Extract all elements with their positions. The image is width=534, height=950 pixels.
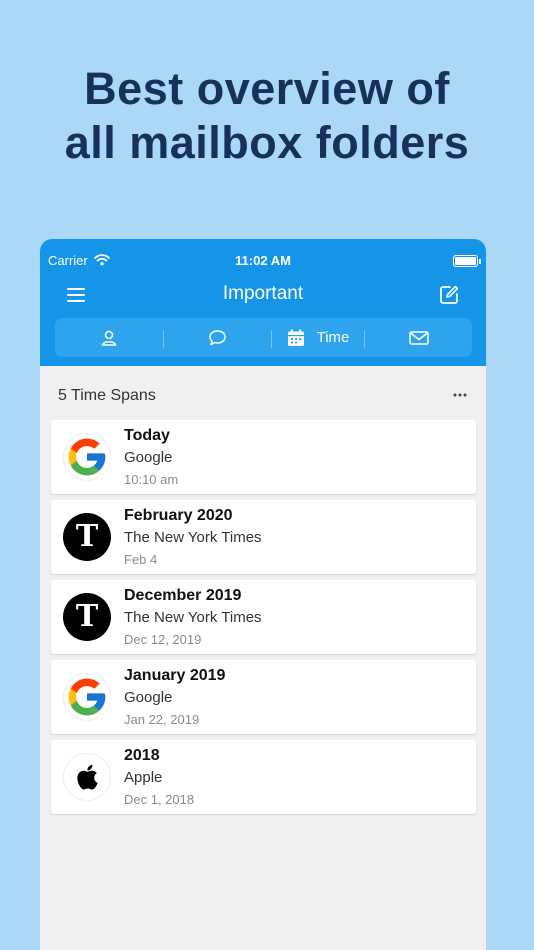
segmented-control: Time [55, 318, 472, 357]
list-item[interactable]: Today Google 10:10 am [51, 420, 476, 494]
item-sender: The New York Times [124, 529, 262, 546]
status-bar: Carrier 11:02 AM [40, 253, 486, 269]
list-item[interactable]: T February 2020 The New York Times Feb 4 [51, 500, 476, 574]
item-date: Dec 1, 2018 [124, 792, 195, 807]
section-title: 5 Time Spans [58, 387, 156, 404]
nyt-logo-icon: T [63, 513, 111, 561]
item-title: December 2019 [124, 587, 242, 604]
list-item[interactable]: T December 2019 The New York Times Dec 1… [51, 580, 476, 654]
headline-line-2: all mailbox folders [64, 117, 470, 168]
item-sender: Google [124, 689, 173, 706]
segment-time[interactable]: Time [272, 318, 364, 357]
item-date: Feb 4 [124, 552, 158, 567]
page-title: Important [222, 283, 304, 304]
person-icon [101, 330, 117, 346]
item-title: Today [124, 427, 170, 444]
phone-screen: Carrier 11:02 AM Important Time 5 Time S… [40, 239, 486, 950]
segment-person[interactable] [55, 318, 163, 357]
compose-icon[interactable] [438, 284, 460, 306]
google-logo-icon [63, 673, 111, 721]
navigation-bar: Important [40, 279, 486, 311]
list-item[interactable]: 2018 Apple Dec 1, 2018 [51, 740, 476, 814]
item-sender: Google [124, 449, 173, 466]
item-date: 10:10 am [124, 472, 179, 487]
calendar-icon [287, 329, 304, 346]
nyt-logo-icon: T [63, 593, 111, 641]
status-time: 11:02 AM [235, 253, 291, 268]
time-spans-section: 5 Time Spans Today Google 10:10 am T Feb… [40, 366, 486, 950]
item-sender: Apple [124, 769, 163, 786]
google-logo-icon [63, 433, 111, 481]
apple-logo-icon [63, 753, 111, 801]
item-title: January 2019 [124, 667, 226, 684]
top-bar: Carrier 11:02 AM Important Time [40, 239, 486, 366]
item-date: Jan 22, 2019 [124, 712, 200, 727]
list-item[interactable]: January 2019 Google Jan 22, 2019 [51, 660, 476, 734]
envelope-icon [408, 330, 429, 345]
ellipsis-icon[interactable] [452, 387, 468, 403]
chat-bubble-icon [209, 329, 226, 345]
item-title: 2018 [124, 747, 160, 764]
headline-line-1: Best overview of [84, 63, 450, 114]
segment-mail[interactable] [365, 318, 472, 357]
item-title: February 2020 [124, 507, 233, 524]
item-date: Dec 12, 2019 [124, 632, 202, 647]
battery-icon [453, 255, 481, 267]
item-sender: The New York Times [124, 609, 262, 626]
headline: Best overview of all mailbox folders [0, 62, 534, 170]
segment-time-label: Time [316, 329, 350, 346]
segment-chat[interactable] [164, 318, 271, 357]
